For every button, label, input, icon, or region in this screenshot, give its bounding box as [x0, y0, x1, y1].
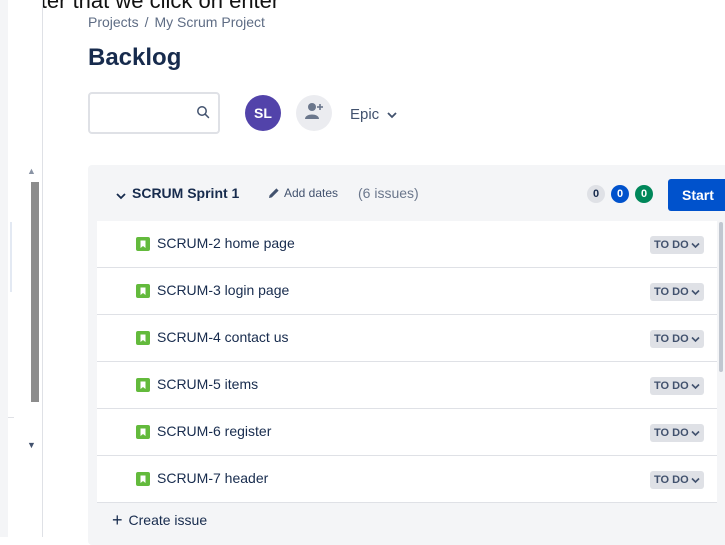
sprint-container: SCRUM Sprint 1 Add dates (6 issues) 0 0 … — [88, 165, 725, 545]
breadcrumb-separator: / — [144, 14, 149, 30]
status-dropdown[interactable]: TO DO — [650, 377, 704, 395]
breadcrumb-projects[interactable]: Projects — [88, 14, 139, 30]
status-label: TO DO — [654, 474, 689, 486]
issue-row[interactable]: SCRUM-5 items TO DO — [97, 362, 717, 409]
issue-key[interactable]: SCRUM-6 — [157, 423, 221, 439]
left-scrollbar[interactable]: ▲ ▼ — [22, 160, 40, 465]
caption-text: After that we click on enter — [20, 0, 280, 13]
left-panel: ▲ ▼ — [8, 0, 43, 537]
breadcrumb-project[interactable]: My Scrum Project — [154, 14, 264, 30]
search-input[interactable] — [98, 102, 192, 126]
add-person-icon — [303, 101, 325, 126]
issue-key[interactable]: SCRUM-4 — [157, 329, 221, 345]
status-dropdown[interactable]: TO DO — [650, 236, 704, 254]
epic-filter-dropdown[interactable]: Epic — [350, 100, 397, 128]
story-icon — [136, 331, 150, 350]
story-icon — [136, 378, 150, 397]
issue-summary[interactable]: header — [225, 470, 269, 486]
add-dates-label: Add dates — [284, 186, 339, 200]
left-panel-divider — [8, 417, 14, 418]
issue-key[interactable]: SCRUM-3 — [157, 282, 221, 298]
scroll-down-arrow-icon[interactable]: ▼ — [27, 440, 36, 450]
chevron-down-icon — [691, 336, 700, 342]
issue-key[interactable]: SCRUM-7 — [157, 470, 221, 486]
status-label: TO DO — [654, 239, 689, 251]
status-label: TO DO — [654, 427, 689, 439]
story-icon — [136, 284, 150, 303]
status-dropdown[interactable]: TO DO — [650, 471, 704, 489]
left-edge — [0, 0, 8, 537]
issue-row[interactable]: SCRUM-6 register TO DO — [97, 409, 717, 456]
search-box[interactable] — [88, 92, 220, 134]
issue-key[interactable]: SCRUM-2 — [157, 235, 221, 251]
issue-summary[interactable]: register — [225, 423, 272, 439]
chevron-down-icon — [691, 477, 700, 483]
epic-filter-label: Epic — [350, 105, 380, 123]
plus-icon: + — [112, 510, 123, 530]
status-dropdown[interactable]: TO DO — [650, 330, 704, 348]
issue-list: SCRUM-2 home page TO DO SCRUM-3 login pa… — [97, 221, 717, 503]
chevron-down-icon — [691, 289, 700, 295]
issue-summary[interactable]: contact us — [225, 329, 289, 345]
status-label: TO DO — [654, 380, 689, 392]
chevron-down-icon — [691, 383, 700, 389]
issue-row[interactable]: SCRUM-7 header TO DO — [97, 456, 717, 503]
search-icon[interactable] — [196, 105, 210, 124]
issue-summary[interactable]: login page — [225, 282, 290, 298]
add-dates-button[interactable]: Add dates — [268, 186, 338, 200]
sprint-header: SCRUM Sprint 1 Add dates (6 issues) 0 0 … — [88, 165, 725, 221]
chevron-down-icon — [691, 430, 700, 436]
status-label: TO DO — [654, 286, 689, 298]
start-sprint-button[interactable]: Start — [668, 179, 725, 211]
page-title: Backlog — [88, 44, 182, 71]
pencil-icon — [269, 188, 279, 198]
story-icon — [136, 472, 150, 491]
issue-summary[interactable]: home page — [225, 235, 295, 251]
story-icon — [136, 237, 150, 256]
issue-row[interactable]: SCRUM-2 home page TO DO — [97, 221, 717, 268]
issue-count: (6 issues) — [358, 185, 419, 201]
issue-row[interactable]: SCRUM-3 login page TO DO — [97, 268, 717, 315]
chevron-down-icon — [387, 106, 397, 123]
issue-summary[interactable]: items — [225, 376, 258, 392]
add-people-button[interactable] — [296, 95, 332, 131]
status-dropdown[interactable]: TO DO — [650, 424, 704, 442]
chevron-down-icon — [691, 242, 700, 248]
issue-key[interactable]: SCRUM-5 — [157, 376, 221, 392]
status-dropdown[interactable]: TO DO — [650, 283, 704, 301]
done-count-badge: 0 — [635, 185, 653, 203]
breadcrumb: Projects / My Scrum Project — [88, 14, 265, 30]
issue-row[interactable]: SCRUM-4 contact us TO DO — [97, 315, 717, 362]
sprint-name[interactable]: SCRUM Sprint 1 — [132, 185, 239, 201]
story-icon — [136, 425, 150, 444]
list-scrollbar-thumb[interactable] — [719, 222, 723, 372]
scrollbar-thumb[interactable] — [31, 182, 39, 402]
create-issue-button[interactable]: + Create issue — [112, 509, 207, 531]
create-issue-label: Create issue — [128, 512, 208, 528]
left-panel-accent — [10, 222, 12, 292]
in-progress-count-badge: 0 — [611, 185, 629, 203]
scroll-up-arrow-icon[interactable]: ▲ — [27, 166, 36, 176]
status-label: TO DO — [654, 333, 689, 345]
avatar[interactable]: SL — [245, 95, 281, 131]
collapse-chevron-icon[interactable] — [116, 187, 126, 205]
todo-count-badge: 0 — [587, 185, 605, 203]
